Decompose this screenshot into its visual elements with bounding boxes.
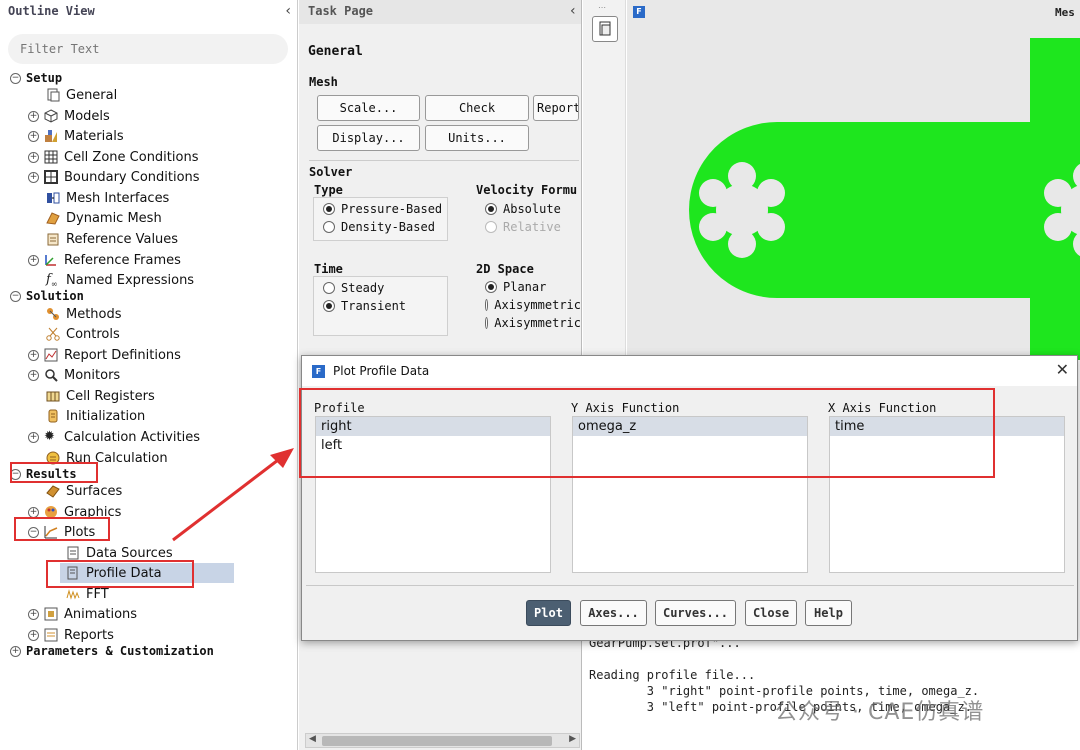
annotation-arrow (172, 448, 294, 542)
